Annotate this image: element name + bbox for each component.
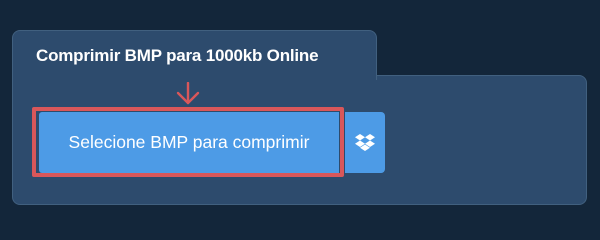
arrow-down-icon	[176, 82, 200, 105]
select-bmp-button[interactable]: Selecione BMP para comprimir	[39, 112, 339, 173]
dropbox-button[interactable]	[345, 112, 385, 173]
compress-widget: Comprimir BMP para 1000kb Online Selecio…	[0, 0, 600, 230]
dropbox-icon	[355, 133, 375, 151]
panel-tab-joint	[13, 70, 376, 82]
panel-title: Comprimir BMP para 1000kb Online	[36, 46, 319, 65]
